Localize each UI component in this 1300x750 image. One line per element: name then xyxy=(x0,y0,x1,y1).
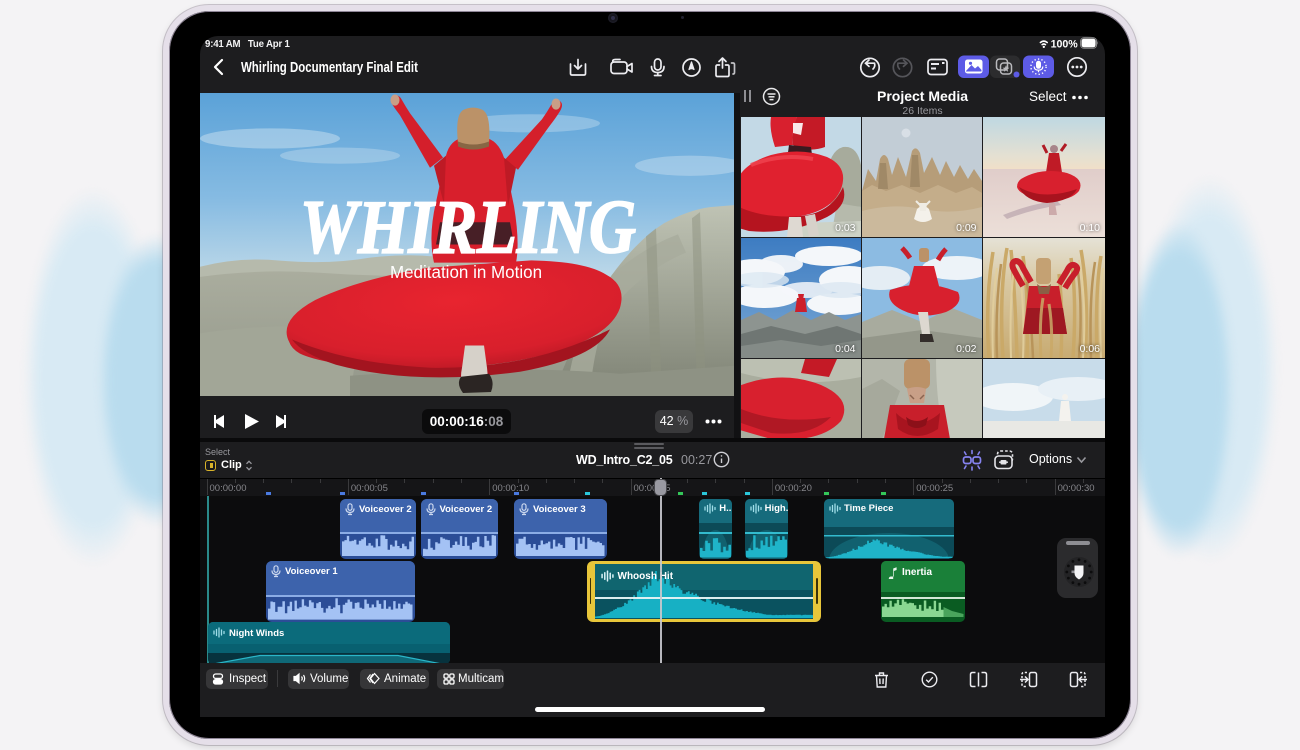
svg-text:WHIRLING: WHIRLING xyxy=(300,184,636,269)
svg-text:Meditation in Motion: Meditation in Motion xyxy=(390,263,542,282)
svg-text:100%: 100% xyxy=(1051,38,1079,50)
